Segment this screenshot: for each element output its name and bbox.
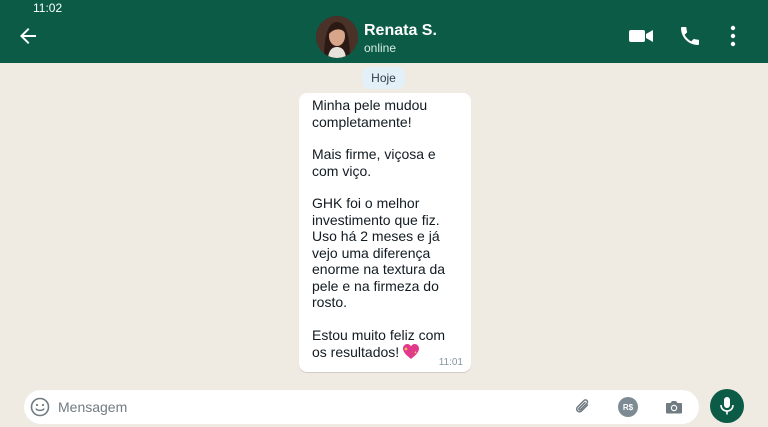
mic-icon <box>720 397 734 415</box>
date-separator: Hoje <box>362 67 405 89</box>
date-label: Hoje <box>371 71 396 85</box>
emoji-icon[interactable] <box>30 397 50 417</box>
mic-button[interactable] <box>710 389 744 423</box>
message-time: 11:01 <box>438 357 463 368</box>
message-paragraph-last: Estou muito feliz com os resultados! <box>312 327 459 361</box>
message-composer: R$ <box>24 390 699 424</box>
sparkling-heart-icon <box>403 344 420 359</box>
payment-icon[interactable]: R$ <box>618 397 638 417</box>
contact-status: online <box>364 41 397 55</box>
message-paragraph-text: Estou muito feliz com os resultados! <box>312 326 446 361</box>
avatar[interactable] <box>316 16 358 58</box>
message-bubble[interactable]: Minha pele mudou completamente! Mais fir… <box>299 93 471 372</box>
chat-header: 11:02 Renata S. online <box>0 0 768 63</box>
message-paragraph: GHK foi o melhor investimento que fiz. U… <box>312 195 446 310</box>
message-input[interactable] <box>58 394 458 420</box>
status-bar-time: 11:02 <box>33 1 63 15</box>
message-paragraph: Minha pele mudou completamente! <box>312 97 428 130</box>
camera-icon[interactable] <box>664 397 684 417</box>
contact-name[interactable]: Renata S. <box>364 22 437 40</box>
payment-label: R$ <box>622 402 634 412</box>
back-arrow-icon[interactable] <box>16 24 40 48</box>
message-paragraph: Mais firme, viçosa e com viço. <box>312 146 436 179</box>
paperclip-icon[interactable] <box>573 397 593 417</box>
video-camera-icon[interactable] <box>628 24 654 48</box>
more-vert-icon[interactable] <box>722 24 744 48</box>
phone-icon[interactable] <box>678 24 702 48</box>
